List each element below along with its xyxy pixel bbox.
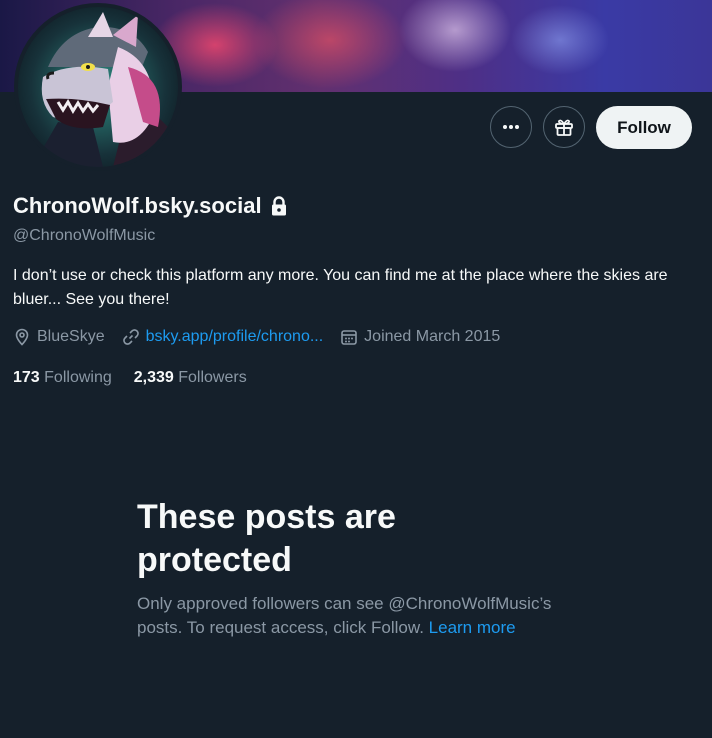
gift-button[interactable]: [543, 106, 585, 148]
following-count: 173: [13, 369, 40, 386]
joined-text: Joined March 2015: [364, 328, 501, 345]
avatar-image: [18, 7, 178, 167]
website-link[interactable]: bsky.app/profile/chrono...: [146, 328, 324, 346]
followers-link[interactable]: 2,339 Followers: [134, 369, 247, 387]
followers-label: Followers: [178, 369, 247, 386]
website-item[interactable]: bsky.app/profile/chrono...: [122, 328, 324, 346]
location-icon: [15, 328, 29, 346]
lock-icon: [271, 196, 286, 216]
following-label: Following: [44, 369, 112, 386]
joined-item: Joined March 2015: [340, 328, 500, 346]
calendar-icon: [341, 330, 357, 345]
learn-more-link[interactable]: Learn more: [429, 618, 516, 637]
more-icon: [503, 125, 519, 129]
link-icon: [122, 329, 139, 345]
follow-counts: 173 Following 2,339 Followers: [13, 369, 247, 387]
follow-button[interactable]: Follow: [596, 106, 692, 149]
profile-meta: BlueSkye bsky.app/profile/chrono... Join…: [13, 328, 517, 346]
display-name: ChronoWolf.bsky.social: [13, 193, 262, 218]
profile-bio: I don’t use or check this platform any m…: [13, 267, 668, 308]
more-button[interactable]: [490, 106, 532, 148]
followers-count: 2,339: [133, 369, 174, 386]
protected-title: These posts are protected: [137, 498, 396, 579]
profile-handle: @ChronoWolfMusic: [13, 227, 156, 244]
gift-icon: [555, 119, 573, 136]
profile-name-row: ChronoWolf.bsky.social: [13, 193, 288, 219]
location-item: BlueSkye: [13, 328, 105, 346]
avatar[interactable]: [14, 3, 182, 171]
location-text: BlueSkye: [37, 328, 105, 345]
following-link[interactable]: 173 Following: [13, 369, 112, 387]
protected-message: Only approved followers can see @ChronoW…: [137, 592, 577, 640]
